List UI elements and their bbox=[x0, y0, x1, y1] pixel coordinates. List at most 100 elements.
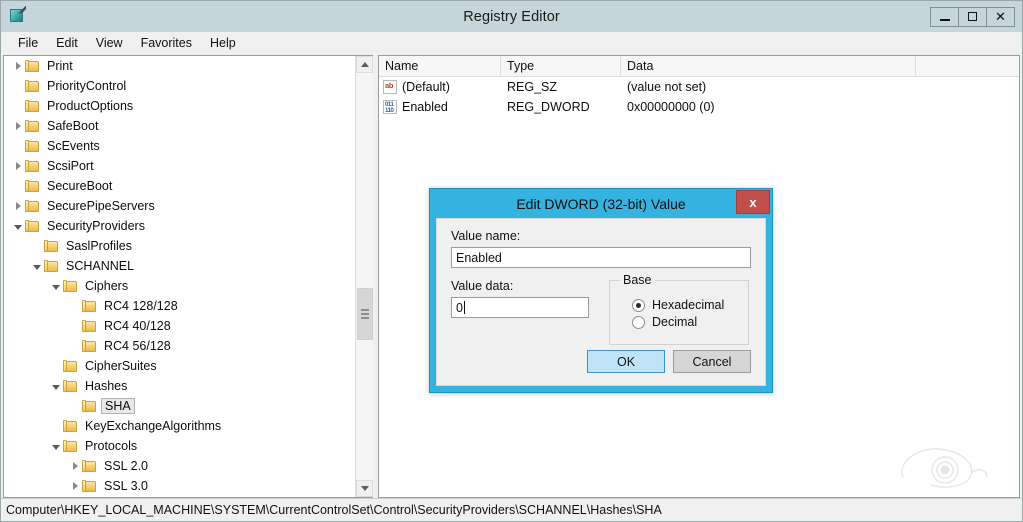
folder-icon bbox=[82, 299, 97, 313]
tree-node[interactable]: Protocols bbox=[4, 436, 354, 456]
ok-button[interactable]: OK bbox=[587, 350, 665, 373]
menu-file[interactable]: File bbox=[9, 34, 47, 52]
chevron-down-icon[interactable] bbox=[50, 441, 61, 452]
main-content: Print PriorityControl ProductOptions SafeBo… bbox=[1, 55, 1022, 498]
chevron-right-icon[interactable] bbox=[69, 481, 80, 492]
scroll-up-button[interactable] bbox=[356, 56, 373, 73]
value-name-input[interactable]: Enabled bbox=[451, 247, 751, 268]
tree-node-label: RC4 40/128 bbox=[104, 319, 171, 333]
tree-node-label: ProductOptions bbox=[47, 99, 134, 113]
maximize-button[interactable] bbox=[958, 6, 987, 27]
menu-edit[interactable]: Edit bbox=[47, 34, 87, 52]
tree-node[interactable]: SSL 2.0 bbox=[4, 456, 354, 476]
watermark: jetscreenshot.com bbox=[883, 437, 1003, 495]
tree-node-label: RC4 56/128 bbox=[104, 339, 171, 353]
list-header: Name Type Data bbox=[379, 56, 1019, 77]
dialog-close-button[interactable]: x bbox=[736, 190, 770, 214]
status-path: Computer\HKEY_LOCAL_MACHINE\SYSTEM\Curre… bbox=[6, 503, 662, 517]
tree-node[interactable]: Print bbox=[4, 56, 354, 76]
value-data-text: 0 bbox=[456, 300, 463, 315]
close-button[interactable]: ✕ bbox=[986, 6, 1015, 27]
tree-node[interactable]: SafeBoot bbox=[4, 116, 354, 136]
tree-node[interactable]: SCHANNEL bbox=[4, 256, 354, 276]
tree-node-label: SHA bbox=[101, 398, 135, 414]
tree-node[interactable]: ScsiPort bbox=[4, 156, 354, 176]
tree-node[interactable]: ProductOptions bbox=[4, 96, 354, 116]
dialog-body: Value name: Enabled Value data: 0 Base H… bbox=[436, 218, 766, 386]
tree-node[interactable]: PriorityControl bbox=[4, 76, 354, 96]
chevron-down-icon[interactable] bbox=[31, 261, 42, 272]
watermark-text: jetscreenshot.com bbox=[921, 497, 1001, 498]
radio-decimal-icon bbox=[632, 315, 645, 329]
folder-icon bbox=[25, 59, 40, 73]
folder-icon bbox=[63, 379, 78, 393]
tree-node-label: SSL 2.0 bbox=[104, 459, 149, 473]
registry-tree-pane: Print PriorityControl ProductOptions SafeBo… bbox=[3, 55, 373, 498]
radio-hexadecimal[interactable]: Hexadecimal bbox=[632, 298, 738, 312]
tree-node[interactable]: SecurePipeServers bbox=[4, 196, 354, 216]
tree-node[interactable]: RC4 40/128 bbox=[4, 316, 354, 336]
chevron-down-icon[interactable] bbox=[50, 281, 61, 292]
registry-editor-window: Registry Editor ✕ File Edit View Favorit… bbox=[0, 0, 1023, 522]
chevron-down-icon[interactable] bbox=[12, 221, 23, 232]
radio-hexadecimal-label: Hexadecimal bbox=[652, 298, 725, 312]
tree-node[interactable]: SecurityProviders bbox=[4, 216, 354, 236]
chevron-right-icon[interactable] bbox=[12, 121, 23, 132]
folder-icon bbox=[63, 279, 78, 293]
tree-node[interactable]: Hashes bbox=[4, 376, 354, 396]
value-name-label: Value name: bbox=[451, 229, 521, 243]
tree-node-label: SSL 3.0 bbox=[104, 479, 149, 493]
folder-icon bbox=[44, 259, 59, 273]
tree-node-label: SafeBoot bbox=[47, 119, 99, 133]
tree-node[interactable]: SecureBoot bbox=[4, 176, 354, 196]
dialog-buttons: OK Cancel bbox=[587, 350, 751, 373]
close-icon: x bbox=[749, 194, 757, 210]
window-controls: ✕ bbox=[930, 6, 1022, 27]
tree-node[interactable]: CipherSuites bbox=[4, 356, 354, 376]
tree-node[interactable]: SaslProfiles bbox=[4, 236, 354, 256]
tree-node-label: Hashes bbox=[85, 379, 128, 393]
chevron-down-icon[interactable] bbox=[50, 381, 61, 392]
cell-type: REG_DWORD bbox=[507, 100, 590, 114]
registry-editor-icon bbox=[9, 5, 27, 25]
scroll-down-button[interactable] bbox=[356, 480, 373, 497]
list-rows: ab (Default) REG_SZ (value not set) 011 110 En… bbox=[379, 77, 1019, 117]
tree-node-label: SecurityProviders bbox=[47, 219, 145, 233]
tree-node-label: ScEvents bbox=[47, 139, 100, 153]
tree-node[interactable]: RC4 56/128 bbox=[4, 336, 354, 356]
value-data-input[interactable]: 0 bbox=[451, 297, 589, 318]
tree-node[interactable]: WDigest bbox=[4, 496, 354, 497]
tree-node[interactable]: SHA bbox=[4, 396, 354, 416]
tree-node[interactable]: KeyExchangeAlgorithms bbox=[4, 416, 354, 436]
title-bar: Registry Editor ✕ bbox=[1, 1, 1022, 32]
tree-node[interactable]: ScEvents bbox=[4, 136, 354, 156]
table-row[interactable]: ab (Default) REG_SZ (value not set) bbox=[379, 77, 1019, 97]
menu-bar: File Edit View Favorites Help bbox=[1, 32, 1022, 55]
tree-node-label: SCHANNEL bbox=[66, 259, 135, 273]
tree-node[interactable]: RC4 128/128 bbox=[4, 296, 354, 316]
menu-favorites[interactable]: Favorites bbox=[132, 34, 201, 52]
column-header-type[interactable]: Type bbox=[501, 56, 621, 76]
chevron-right-icon[interactable] bbox=[12, 61, 23, 72]
registry-tree[interactable]: Print PriorityControl ProductOptions SafeBo… bbox=[4, 56, 354, 497]
radio-decimal[interactable]: Decimal bbox=[632, 315, 738, 329]
column-header-name[interactable]: Name bbox=[379, 56, 501, 76]
folder-icon bbox=[25, 119, 40, 133]
string-value-icon: ab bbox=[383, 80, 397, 94]
chevron-right-icon[interactable] bbox=[69, 461, 80, 472]
tree-node[interactable]: SSL 3.0 bbox=[4, 476, 354, 496]
menu-view[interactable]: View bbox=[87, 34, 132, 52]
folder-icon bbox=[25, 99, 40, 113]
cell-data: 0x00000000 (0) bbox=[627, 100, 715, 114]
menu-help[interactable]: Help bbox=[201, 34, 245, 52]
cancel-button[interactable]: Cancel bbox=[673, 350, 751, 373]
minimize-button[interactable] bbox=[930, 6, 959, 27]
folder-icon bbox=[82, 339, 97, 353]
column-header-data[interactable]: Data bbox=[621, 56, 916, 76]
tree-node[interactable]: Ciphers bbox=[4, 276, 354, 296]
chevron-right-icon[interactable] bbox=[12, 161, 23, 172]
chevron-right-icon[interactable] bbox=[12, 201, 23, 212]
tree-vertical-scrollbar[interactable] bbox=[355, 56, 373, 497]
scrollbar-thumb[interactable] bbox=[357, 288, 373, 340]
table-row[interactable]: 011 110 Enabled REG_DWORD 0x00000000 (0) bbox=[379, 97, 1019, 117]
